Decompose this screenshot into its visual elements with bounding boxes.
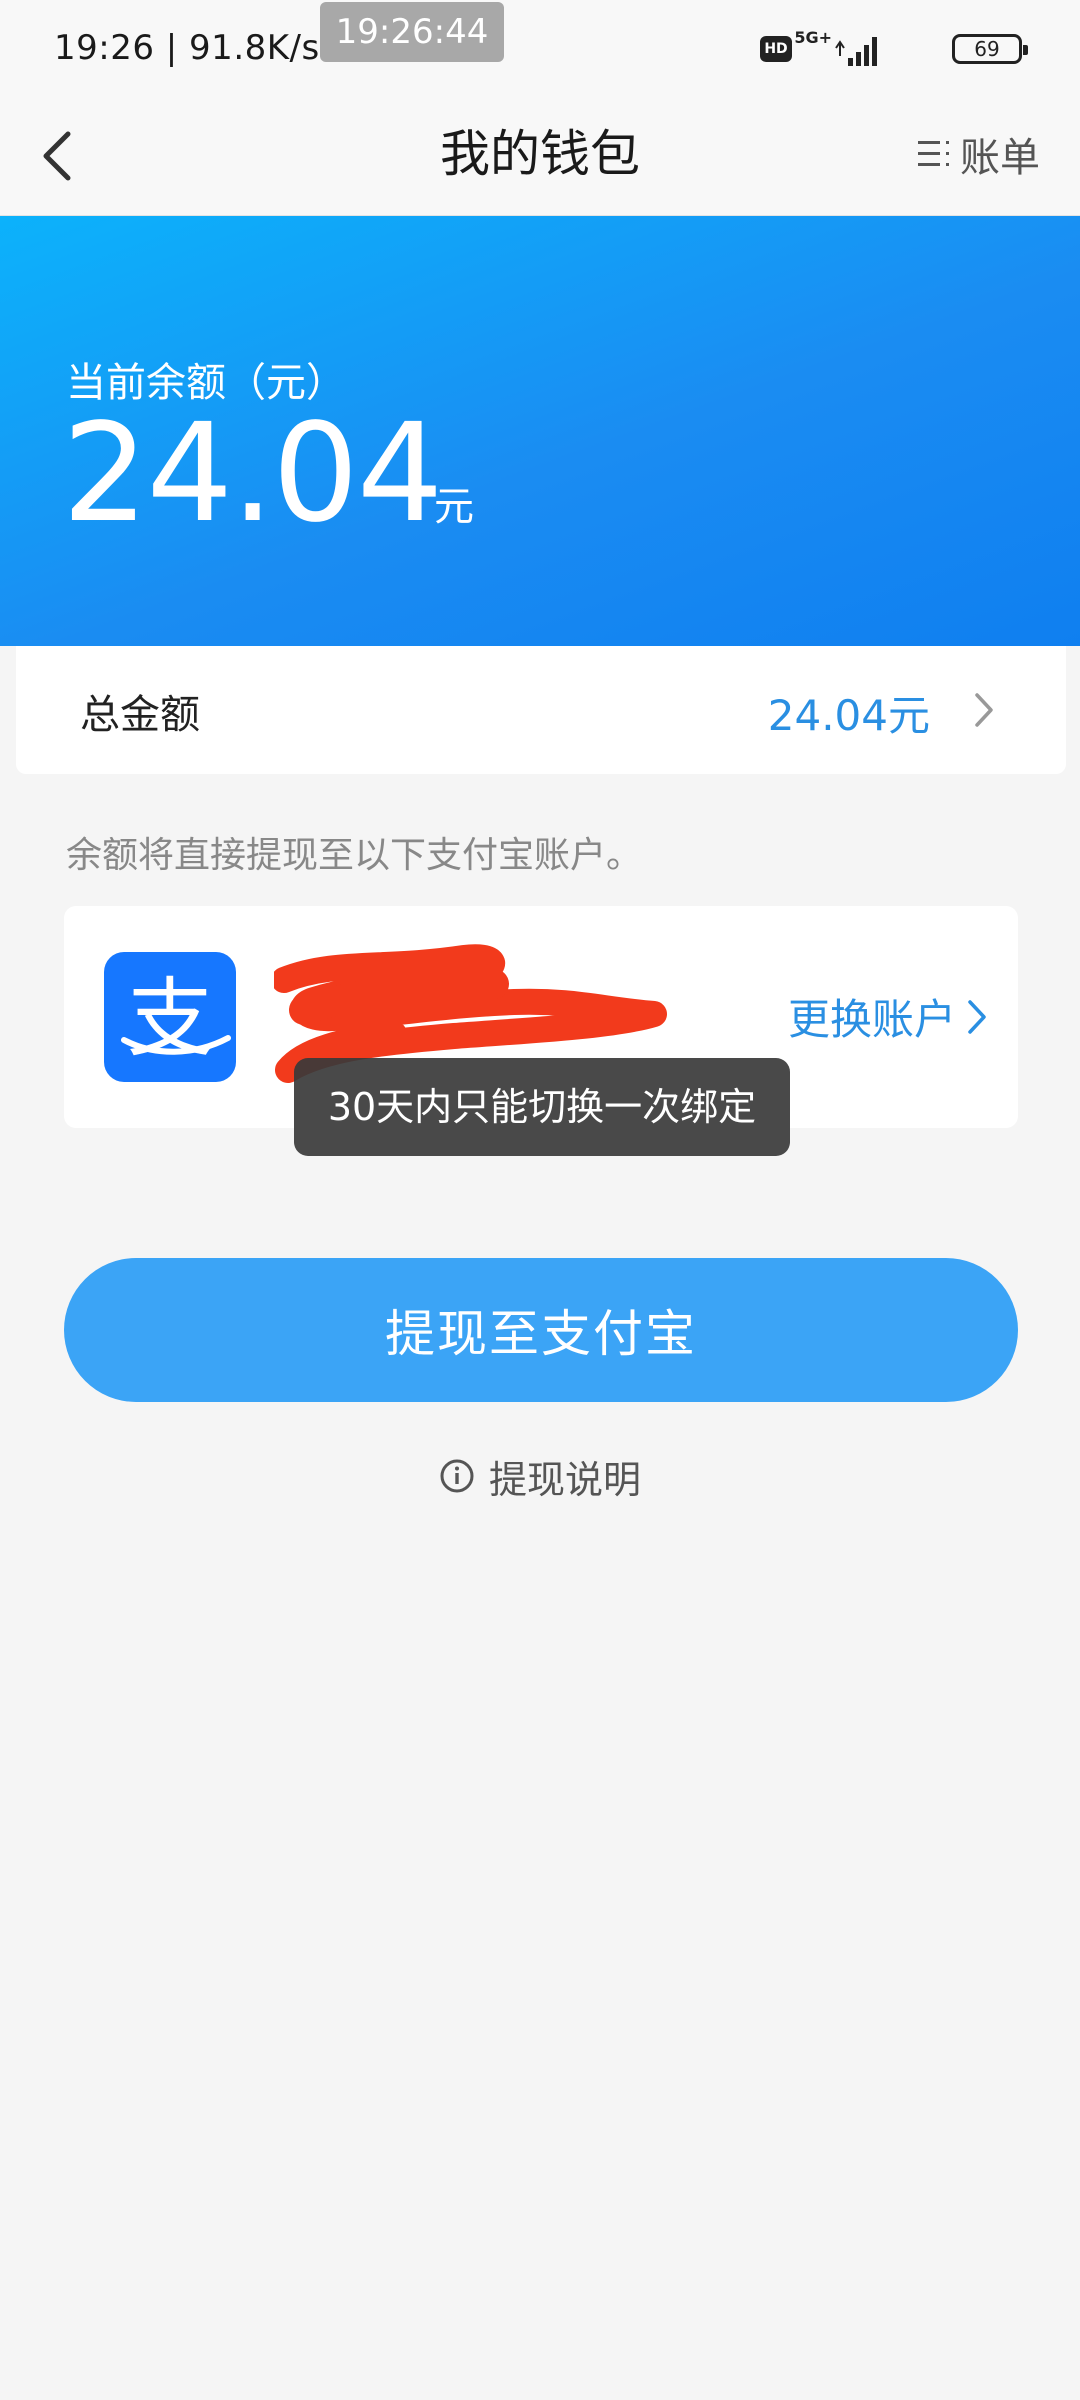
status-bar: 19:26 | 91.8K/s 19:26:44 HD 5G+ 69 (0, 0, 1080, 96)
alipay-logo: 支 (104, 952, 236, 1082)
withdraw-hint: 余额将直接提现至以下支付宝账户。 (66, 835, 643, 876)
balance-amount: 24.04 (62, 395, 443, 553)
signal-icon (835, 37, 877, 66)
withdraw-to-alipay-button[interactable]: 提现至支付宝 (64, 1258, 1018, 1402)
withdraw-info-label: 提现说明 (488, 1457, 641, 1502)
total-amount-row[interactable]: 总金额 24.04元 (16, 646, 1066, 774)
chevron-right-icon (968, 999, 986, 1034)
hd-icon: HD (760, 36, 792, 62)
battery-level: 69 (974, 37, 1000, 61)
alipay-icon: 支 (121, 969, 231, 1069)
info-icon (440, 1459, 474, 1493)
status-time-speed: 19:26 | 91.8K/s (54, 28, 320, 68)
bill-button[interactable]: 账单 (916, 122, 1040, 186)
network-type: 5G+ (794, 28, 832, 47)
total-value: 24.04元 (767, 691, 930, 740)
balance-unit: 元 (434, 484, 474, 530)
balance-banner: 当前余额（元） 24.04 元 (0, 216, 1080, 646)
chevron-right-icon (975, 693, 993, 727)
change-account-button[interactable]: 更换账户 (788, 986, 988, 1047)
withdraw-info-link[interactable]: 提现说明 (0, 1446, 1080, 1506)
total-label: 总金额 (80, 692, 200, 738)
change-account-label: 更换账户 (787, 995, 956, 1044)
battery-icon: 69 (952, 34, 1028, 64)
nav-bar: 我的钱包 账单 (0, 96, 1080, 216)
wallet-page: 19:26 | 91.8K/s 19:26:44 HD 5G+ 69 我的钱包 (0, 0, 1080, 2400)
toast-message: 30天内只能切换一次绑定 (294, 1058, 790, 1156)
bill-label: 账单 (960, 135, 1040, 181)
screenshot-timestamp: 19:26:44 (320, 2, 504, 62)
list-icon (918, 141, 949, 166)
